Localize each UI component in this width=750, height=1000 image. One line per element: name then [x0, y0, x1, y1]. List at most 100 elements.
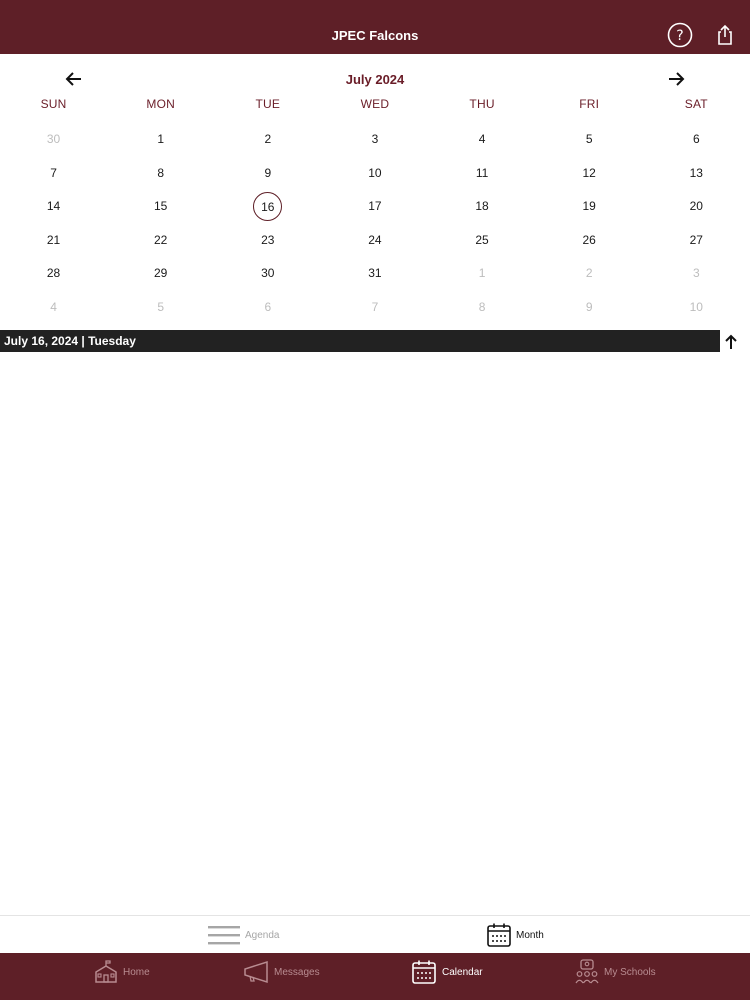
view-toggle-bar: Agenda Month — [0, 915, 750, 953]
calendar-day[interactable]: 29 — [107, 257, 214, 291]
calendar-day[interactable]: 1 — [107, 123, 214, 157]
calendar-day[interactable]: 30 — [0, 123, 107, 157]
calendar-day[interactable]: 11 — [429, 157, 536, 191]
calendar-day[interactable]: 3 — [321, 123, 428, 157]
calendar-day[interactable]: 8 — [429, 291, 536, 325]
list-icon — [208, 926, 240, 945]
calendar-day[interactable]: 6 — [214, 291, 321, 325]
tab-home[interactable]: Home — [94, 959, 150, 985]
calendar-day-number: 18 — [475, 199, 489, 214]
calendar-day[interactable]: 7 — [0, 157, 107, 191]
calendar-day-number: 2 — [264, 132, 272, 146]
collapse-calendar-button[interactable] — [722, 333, 740, 351]
calendar-day-number: 28 — [46, 266, 61, 281]
calendar-day[interactable]: 28 — [0, 257, 107, 291]
tab-my-schools[interactable]: My Schools — [575, 959, 656, 985]
calendar-day[interactable]: 13 — [643, 157, 750, 191]
calendar-day[interactable]: 14 — [0, 190, 107, 224]
calendar-day-number: 27 — [689, 232, 703, 247]
calendar-day-number: 4 — [50, 299, 57, 314]
weekday-header-row: SUN MON TUE WED THU FRI SAT — [0, 97, 750, 117]
calendar-day[interactable]: 2 — [536, 257, 643, 291]
calendar-day-number: 17 — [368, 199, 382, 214]
calendar-day[interactable]: 17 — [321, 190, 428, 224]
calendar-day-number: 3 — [692, 266, 700, 281]
help-button[interactable]: ? — [667, 22, 693, 48]
calendar-day[interactable]: 31 — [321, 257, 428, 291]
calendar-day-number: 1 — [478, 266, 486, 281]
calendar-day-number: 16 — [253, 192, 283, 222]
next-month-button[interactable] — [666, 70, 686, 88]
share-button[interactable] — [712, 22, 738, 48]
calendar-day-number: 6 — [692, 132, 700, 146]
calendar-day-number: 7 — [371, 299, 379, 314]
calendar-day-number: 31 — [368, 266, 382, 281]
selected-date-bar: July 16, 2024 | Tuesday — [0, 330, 720, 352]
calendar-day-number: 10 — [368, 165, 382, 180]
calendar-day[interactable]: 12 — [536, 157, 643, 191]
school-house-icon — [95, 960, 117, 983]
tab-calendar-label: Calendar — [442, 966, 483, 978]
month-view-button[interactable]: Month — [486, 922, 544, 948]
calendar-day-number: 20 — [689, 199, 703, 214]
share-icon — [718, 24, 732, 45]
calendar-week-row: 14 15 16 17 18 19 20 — [0, 190, 750, 224]
calendar-day[interactable]: 5 — [536, 123, 643, 157]
calendar-day[interactable]: 7 — [321, 291, 428, 325]
calendar-day-number: 12 — [582, 165, 596, 180]
tab-messages-label: Messages — [274, 966, 320, 978]
calendar-day[interactable]: 10 — [643, 291, 750, 325]
month-label: Month — [516, 929, 544, 941]
calendar-day-grid: 30 1 2 3 4 5 6 7 8 9 10 11 12 13 14 15 16 17 18 19 20 21 22 23 2… — [0, 123, 750, 325]
calendar-day-number: 23 — [261, 232, 275, 247]
calendar-day[interactable]: 22 — [107, 224, 214, 258]
agenda-label: Agenda — [245, 929, 280, 941]
calendar-day[interactable]: 5 — [107, 291, 214, 325]
calendar-day[interactable]: 19 — [536, 190, 643, 224]
calendar-day[interactable]: 18 — [429, 190, 536, 224]
calendar-day-number: 29 — [154, 266, 168, 281]
bottom-tab-bar: Home Messages Calendar My Schools — [0, 953, 750, 1000]
tab-my-schools-label: My Schools — [604, 966, 656, 978]
tab-messages[interactable]: Messages — [243, 959, 320, 985]
calendar-day-number: 4 — [478, 132, 486, 146]
calendar-grid-icon — [487, 923, 511, 947]
calendar-day[interactable]: 9 — [214, 157, 321, 191]
calendar-day[interactable]: 20 — [643, 190, 750, 224]
month-title: July 2024 — [345, 72, 405, 87]
calendar-week-row: 7 8 9 10 11 12 13 — [0, 157, 750, 191]
calendar-day[interactable]: 1 — [429, 257, 536, 291]
calendar-day-number: 10 — [689, 299, 703, 314]
weekday-label: SUN — [40, 97, 67, 111]
calendar-day[interactable]: 30 — [214, 257, 321, 291]
calendar-day[interactable]: 4 — [429, 123, 536, 157]
calendar-day-number: 26 — [582, 232, 596, 247]
calendar-day-number: 24 — [368, 232, 382, 247]
calendar-day[interactable]: 24 — [321, 224, 428, 258]
calendar-day[interactable]: 6 — [643, 123, 750, 157]
calendar-day[interactable]: 10 — [321, 157, 428, 191]
help-circle-icon: ? — [667, 22, 693, 48]
calendar-day-number: 21 — [46, 232, 61, 247]
calendar-day-number: 14 — [46, 199, 61, 214]
calendar-day[interactable]: 3 — [643, 257, 750, 291]
calendar-day-number: 2 — [585, 266, 593, 281]
calendar-day[interactable]: 23 — [214, 224, 321, 258]
people-group-icon — [575, 959, 599, 984]
calendar-day-selected[interactable]: 16 — [214, 190, 321, 224]
calendar-day[interactable]: 25 — [429, 224, 536, 258]
calendar-day[interactable]: 26 — [536, 224, 643, 258]
calendar-day[interactable]: 15 — [107, 190, 214, 224]
arrow-up-icon — [725, 334, 737, 349]
calendar-day-number: 19 — [582, 199, 596, 214]
agenda-view-button[interactable]: Agenda — [207, 922, 279, 948]
calendar-day[interactable]: 21 — [0, 224, 107, 258]
calendar-day[interactable]: 2 — [214, 123, 321, 157]
calendar-day[interactable]: 8 — [107, 157, 214, 191]
calendar-day[interactable]: 4 — [0, 291, 107, 325]
calendar-day-number: 5 — [585, 132, 593, 146]
calendar-day[interactable]: 27 — [643, 224, 750, 258]
calendar-day-number: 15 — [154, 199, 168, 214]
calendar-day[interactable]: 9 — [536, 291, 643, 325]
tab-calendar[interactable]: Calendar — [411, 959, 483, 985]
